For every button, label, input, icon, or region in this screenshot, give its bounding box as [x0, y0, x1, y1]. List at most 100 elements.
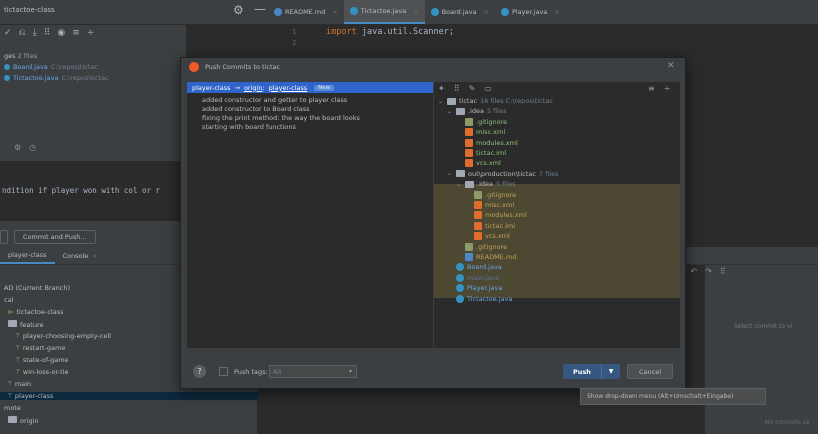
xml-file-icon — [465, 159, 473, 168]
tree-node[interactable]: .gitignore — [465, 190, 516, 199]
view-icon[interactable]: ◉ — [57, 28, 65, 38]
git-tab-player-class[interactable]: player-class — [0, 247, 55, 264]
group-icon[interactable]: ⠿ — [720, 267, 726, 276]
tree-node[interactable]: misc.xml — [465, 201, 514, 209]
branch-item[interactable]: ᛘ player-choosing-empty-cell — [16, 332, 111, 340]
local-branch-name: player-class — [192, 83, 231, 92]
branch-item[interactable]: mote — [4, 404, 21, 412]
group-icon[interactable]: ⠿ — [44, 28, 51, 38]
branch-item[interactable]: AD (Current Branch) — [4, 284, 70, 292]
tab-tictactoe-java[interactable]: Tictactoe.java × — [343, 0, 425, 24]
tree-node[interactable]: modules.xml — [465, 211, 527, 220]
changed-file-item[interactable]: Board.java C:\repos\tictac — [4, 63, 98, 71]
code-editor[interactable]: 1 import java.util.Scanner; 2 — [268, 25, 818, 50]
commit-item[interactable]: starting with board functions — [202, 123, 296, 131]
commit-item[interactable]: added constructor to Board class — [202, 105, 310, 113]
close-icon[interactable]: × — [92, 252, 97, 260]
remote-name-link[interactable]: origin — [244, 84, 263, 92]
tree-node[interactable]: .gitignore — [456, 242, 507, 251]
gear-icon[interactable]: ⚙ — [14, 143, 21, 152]
branch-item[interactable]: ᛘ main — [8, 380, 31, 388]
expand-all-icon[interactable]: ≡ — [648, 84, 655, 93]
tags-select[interactable]: All ▾ — [269, 365, 357, 378]
diff-icon[interactable]: ▭ — [484, 84, 492, 93]
tree-node-label: vcs.xml — [476, 159, 501, 168]
branch-item[interactable]: ᛘ restart-game — [16, 344, 65, 352]
tree-node[interactable]: ⌄ .idea 5 files — [447, 107, 506, 115]
commit-toolbar: ✓ ⎌ ⤓ ⠿ ◉ ≡ ÷ — [4, 28, 94, 38]
cancel-button[interactable]: Cancel — [627, 364, 673, 379]
history-icon[interactable]: ◷ — [29, 143, 36, 152]
branch-item[interactable]: origin — [8, 416, 39, 425]
tree-node[interactable]: Player.java — [447, 284, 502, 293]
redo-icon[interactable]: ↷ — [705, 267, 712, 276]
changed-file-item[interactable]: Tictactoe.java C:\repos\tictac — [4, 74, 109, 82]
chevron-down-icon[interactable]: ⌄ — [447, 108, 453, 115]
java-class-icon — [456, 263, 464, 272]
close-icon[interactable]: × — [554, 8, 559, 16]
collapse-all-icon[interactable]: ÷ — [664, 84, 671, 93]
tab-readme-md[interactable]: README.md × — [268, 0, 344, 24]
tree-node[interactable]: vcs.xml — [465, 232, 510, 241]
tree-node[interactable]: Tictactoe.java — [447, 294, 512, 303]
expand-icon[interactable]: ≡ — [72, 28, 80, 38]
tree-node[interactable]: vcs.xml — [456, 159, 501, 168]
push-dropdown-button[interactable]: ▼ — [601, 364, 620, 379]
commit-button[interactable] — [0, 230, 8, 244]
xml-file-icon — [465, 128, 473, 137]
collapse-icon[interactable]: ÷ — [87, 28, 95, 38]
minus-icon[interactable]: — — [254, 2, 266, 16]
close-icon[interactable]: ✕ — [667, 61, 675, 71]
git-tab-console[interactable]: Console × — [55, 247, 106, 264]
undo-icon[interactable]: ↶ — [690, 267, 697, 276]
tree-node-meta: 7 files — [538, 169, 559, 178]
tree-node[interactable]: ⌄ out\production\tictac 7 files — [447, 170, 558, 178]
pin-icon[interactable]: ✦ — [438, 84, 445, 93]
tree-node[interactable]: ⌄ tictac 16 files C:\repos\tictac — [438, 97, 553, 105]
commit-item[interactable]: added constructor and getter to player c… — [202, 96, 347, 104]
branch-icon: ᛘ — [16, 344, 20, 352]
download-icon[interactable]: ⤓ — [33, 28, 37, 38]
commit-message-area[interactable]: ndition if player won with col or r — [0, 161, 186, 221]
tree-node-label: .idea — [477, 180, 493, 189]
tree-node[interactable]: modules.xml — [456, 138, 518, 147]
chevron-down-icon[interactable]: ⌄ — [456, 181, 462, 188]
branch-item[interactable]: ᛘ player-class — [0, 392, 265, 400]
push-button[interactable]: Push — [563, 364, 601, 379]
push-tags-checkbox[interactable] — [219, 367, 228, 376]
edit-icon[interactable]: ✎ — [469, 84, 476, 93]
commit-item[interactable]: fixing the print method: the way the boa… — [202, 114, 360, 122]
push-target-row[interactable]: player-class → origin: player-class New — [187, 82, 433, 93]
tree-node[interactable]: Board.java — [447, 263, 502, 272]
tab-player-java[interactable]: Player.java × — [495, 0, 566, 24]
close-icon[interactable]: × — [484, 8, 489, 16]
push-commits-dialog: Push Commits to tictac ✕ player-class → … — [180, 57, 686, 389]
commit-and-push-button[interactable]: Commit and Push... — [14, 230, 96, 244]
branch-item[interactable]: ᛘ state-of-game — [16, 356, 69, 364]
tree-node[interactable]: ⌄ .idea 5 files — [456, 180, 515, 188]
changes-header[interactable]: ges 2 files — [4, 52, 37, 60]
group-icon[interactable]: ⠿ — [454, 84, 460, 93]
branch-item[interactable]: ⊳ tictactoe-class — [8, 308, 64, 316]
tree-node[interactable]: main.java — [447, 273, 499, 282]
tree-node[interactable]: README.md — [456, 253, 516, 261]
chevron-down-icon[interactable]: ⌄ — [447, 170, 453, 177]
dialog-title-bar[interactable]: Push Commits to tictac ✕ — [181, 58, 685, 77]
branch-item[interactable]: cal — [4, 296, 13, 304]
branch-item[interactable]: ᛘ win-loss-or-tie — [16, 368, 68, 376]
chevron-down-icon[interactable]: ⌄ — [438, 98, 444, 105]
gear-icon[interactable]: ⚙ — [233, 3, 244, 17]
xml-file-icon — [465, 138, 473, 147]
rollback-icon[interactable]: ⎌ — [19, 28, 26, 38]
check-icon[interactable]: ✓ — [4, 28, 12, 38]
branch-item[interactable]: feature — [8, 320, 43, 329]
tree-node[interactable]: misc.xml — [456, 128, 505, 137]
remote-branch-link[interactable]: player-class — [269, 84, 308, 92]
tree-node[interactable]: tictac.iml — [465, 221, 515, 230]
close-icon[interactable]: × — [332, 8, 337, 16]
help-button[interactable]: ? — [193, 365, 206, 378]
tab-board-java[interactable]: Board.java × — [425, 0, 495, 24]
tree-node[interactable]: tictac.iml — [456, 149, 506, 157]
close-icon[interactable]: × — [413, 7, 418, 15]
tree-node[interactable]: .gitignore — [456, 117, 507, 126]
